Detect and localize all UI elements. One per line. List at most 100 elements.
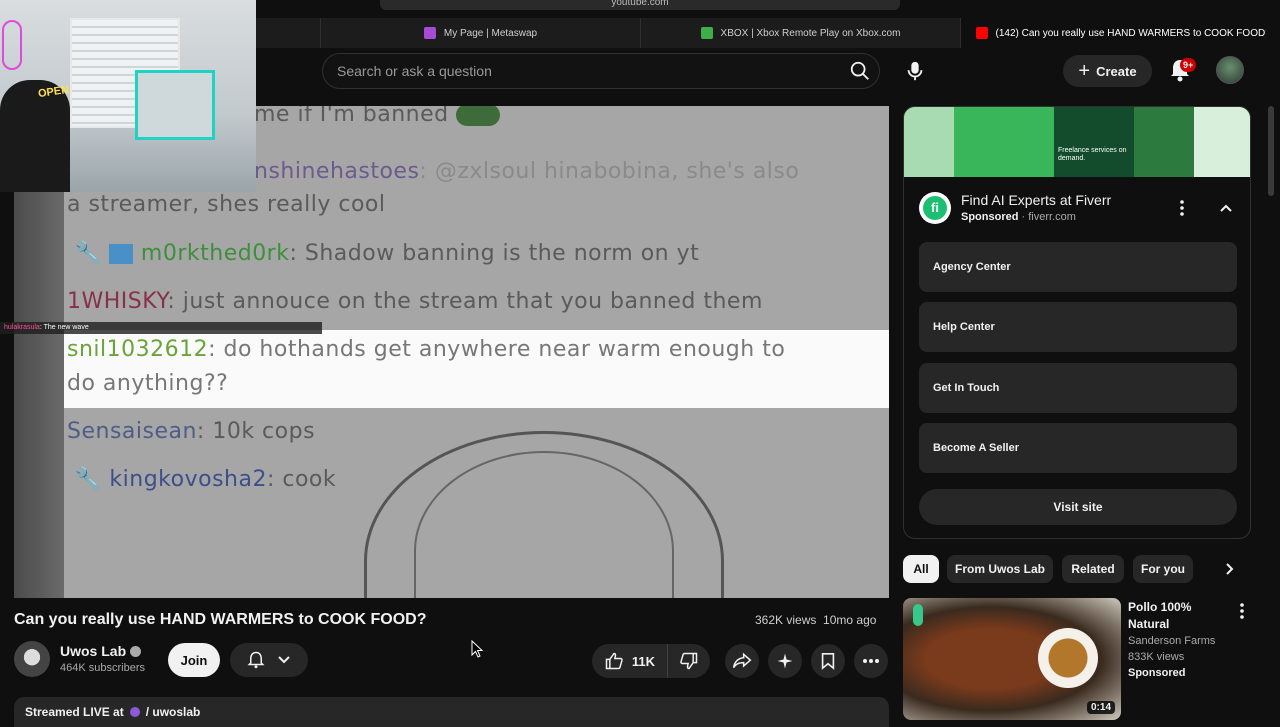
ad-banner-caption: Freelance services on demand. (1054, 107, 1134, 177)
wrench-icon: 🔧 (74, 241, 102, 266)
more-actions-button[interactable] (854, 644, 888, 678)
recommended-title[interactable]: Pollo 100% Natural (1128, 599, 1223, 633)
ad-link-become-a-seller[interactable]: Become A Seller (919, 423, 1237, 473)
chat-line: do anything?? (67, 371, 229, 396)
chat-line-highlighted: snil1032612: do hothands get anywhere ne… (67, 337, 786, 362)
chat-line: 1WHISKY: just annouce on the stream that… (67, 289, 763, 314)
browser-tab-metaswap[interactable]: My Page | Metaswap (320, 18, 640, 48)
chat-line: nshinehastoes: @zxlsoul hinabobina, she'… (254, 159, 800, 184)
like-count: 11K (631, 653, 656, 669)
sparkle-icon (777, 653, 793, 669)
video-duration: 0:14 (1086, 701, 1115, 714)
thumbs-down-icon (680, 652, 698, 670)
chevron-up-icon (1220, 204, 1232, 212)
ad-sponsor-line: Sponsored · fiverr.com (961, 211, 1076, 223)
chevron-right-icon (1226, 563, 1234, 575)
sponsored-card: Freelance services on demand. fi Find AI… (903, 106, 1251, 539)
chevron-down-icon (278, 656, 290, 664)
ask-ai-button[interactable] (768, 644, 802, 678)
ad-link-get-in-touch[interactable]: Get In Touch (919, 363, 1237, 413)
search-placeholder: Search or ask a question (337, 63, 492, 79)
recommended-sponsored: Sponsored (1128, 667, 1186, 679)
dislike-button[interactable] (668, 644, 710, 678)
chat-line: Sensaisean: 10k cops (67, 419, 316, 444)
url-text: youtube.com (611, 0, 669, 8)
wrench-icon: 🔧 (74, 467, 102, 492)
tab-label: My Page | Metaswap (443, 27, 538, 39)
video-side-strip (14, 192, 64, 598)
browser-tab-xbox[interactable]: XBOX | Xbox Remote Play on Xbox.com (640, 18, 960, 48)
metaswap-icon (423, 27, 436, 39)
visit-site-button[interactable]: Visit site (919, 489, 1237, 525)
recommended-views: 833K views (1128, 651, 1185, 663)
chip-from-channel[interactable]: From Uwos Lab (947, 555, 1053, 583)
voice-search-button[interactable] (900, 56, 930, 86)
verified-icon (130, 645, 142, 657)
ad-title[interactable]: Find AI Experts at Fiverr (961, 192, 1111, 208)
video-title: Can you really use HAND WARMERS to COOK … (14, 611, 427, 628)
more-vertical-icon (1240, 603, 1244, 619)
description-box[interactable]: Streamed LIVE at / uwoslab (14, 697, 889, 727)
tab-label: XBOX | Xbox Remote Play on Xbox.com (720, 27, 901, 39)
youtube-icon (975, 27, 988, 39)
bookmark-icon (821, 652, 835, 670)
more-horizontal-icon (863, 659, 879, 663)
monitor-frame (135, 70, 215, 140)
channel-name[interactable]: Uwos Lab (60, 643, 142, 659)
like-dislike-group: 11K (592, 644, 710, 678)
create-button[interactable]: + Create (1063, 55, 1152, 87)
neon-light (2, 20, 22, 70)
search-input[interactable]: Search or ask a question (322, 53, 880, 89)
chat-line: a streamer, shes really cool (67, 192, 386, 217)
page-scrollbar[interactable] (1268, 106, 1274, 196)
webcam-overlay: OPEN (0, 0, 256, 192)
notifications-badge: 9+ (1180, 58, 1197, 72)
fiverr-logo[interactable]: fi (919, 192, 951, 224)
chat-line: me if I'm banned (254, 106, 501, 127)
create-label: Create (1096, 63, 1137, 79)
mouse-cursor-icon (471, 640, 483, 658)
join-button[interactable]: Join (168, 643, 220, 677)
like-button[interactable]: 11K (592, 644, 668, 678)
chat-line: 🔧 kingkovosha2: cook (74, 467, 337, 492)
description-prefix: Streamed LIVE at (25, 705, 124, 719)
recommended-channel: Sanderson Farms (1128, 635, 1216, 647)
search-button[interactable] (845, 56, 875, 86)
ad-banner-image[interactable]: Freelance services on demand. (904, 107, 1250, 177)
chip-related[interactable]: Related (1062, 555, 1124, 583)
channel-avatar[interactable] (14, 641, 50, 677)
description-link[interactable]: / uwoslab (146, 705, 201, 719)
sauce-bowl (1038, 628, 1098, 688)
crown-badge-icon (109, 244, 134, 264)
recommended-menu-button[interactable] (1234, 600, 1250, 622)
overlay-chat-message: hulakrasula: The new wave (0, 322, 322, 334)
ad-link-agency-center[interactable]: Agency Center (919, 242, 1237, 292)
save-button[interactable] (811, 644, 845, 678)
account-avatar[interactable] (1216, 56, 1244, 84)
address-bar[interactable]: youtube.com (380, 0, 900, 10)
leaf-icon (913, 604, 923, 626)
recommended-thumbnail[interactable]: 0:14 (903, 598, 1121, 720)
share-icon (732, 652, 752, 669)
more-vertical-icon (1180, 200, 1184, 216)
thumbs-up-icon (605, 652, 623, 670)
ad-menu-button[interactable] (1174, 197, 1190, 219)
twitch-icon (129, 707, 140, 717)
channel-name-text: Uwos Lab (60, 643, 127, 659)
tab-label: (142) Can you really use HAND WARMERS to… (995, 27, 1266, 39)
search-icon (850, 61, 869, 80)
subscribe-notify-button[interactable] (230, 643, 308, 677)
chips-next-button[interactable] (1218, 558, 1242, 580)
browser-tab-youtube[interactable]: (142) Can you really use HAND WARMERS to… (960, 18, 1280, 48)
ad-collapse-button[interactable] (1216, 197, 1236, 219)
share-button[interactable] (725, 644, 759, 678)
ad-link-help-center[interactable]: Help Center (919, 302, 1237, 352)
view-count: 362K views 10mo ago (755, 613, 877, 627)
chip-all[interactable]: All (903, 555, 939, 583)
bell-icon (247, 651, 265, 669)
subscriber-count: 464K subscribers (60, 662, 145, 674)
microphone-icon (907, 61, 923, 81)
chip-for-you[interactable]: For you (1133, 555, 1193, 583)
pepe-emote-icon (456, 106, 501, 126)
chat-line: 🔧 m0rkthed0rk: Shadow banning is the nor… (74, 241, 700, 266)
